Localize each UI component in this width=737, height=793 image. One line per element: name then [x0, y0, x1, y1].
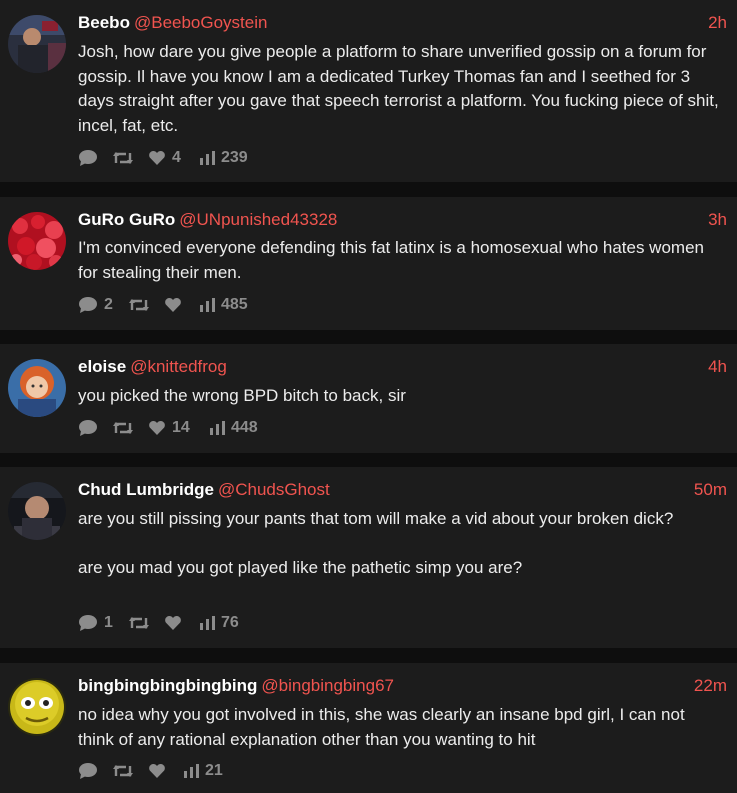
- post-card[interactable]: Chud Lumbridge @ChudsGhost 50m are you st…: [0, 467, 737, 648]
- like-button[interactable]: [164, 295, 188, 315]
- view-count: 485: [221, 296, 248, 313]
- author-handle[interactable]: @UNpunished43328: [179, 210, 337, 229]
- reply-count: 1: [104, 614, 113, 631]
- post-card[interactable]: Beebo @BeeboGoystein 2h Josh, how dare yo…: [0, 0, 737, 182]
- repost-button[interactable]: [128, 295, 156, 315]
- reply-button[interactable]: [78, 418, 104, 438]
- like-button[interactable]: 14: [148, 418, 190, 438]
- author-name[interactable]: bingbingbingbingbing: [78, 676, 257, 695]
- heart-icon: [165, 298, 181, 312]
- post-time: 2h: [708, 13, 727, 32]
- author-name[interactable]: eloise: [78, 357, 126, 376]
- post-card[interactable]: bingbingbingbingbing @bingbingbing67 22m …: [0, 663, 737, 793]
- post-header: bingbingbingbingbing @bingbingbing67 22m: [78, 675, 727, 697]
- avatar[interactable]: [8, 15, 66, 73]
- author-handle[interactable]: @ChudsGhost: [218, 480, 330, 499]
- view-count: 239: [221, 149, 248, 166]
- post-header: Chud Lumbridge @ChudsGhost 50m: [78, 479, 727, 501]
- repost-button[interactable]: [112, 148, 140, 168]
- post-card[interactable]: GuRo GuRo @UNpunished43328 3h I'm convinc…: [0, 197, 737, 330]
- comment-icon: [79, 297, 97, 313]
- reply-button[interactable]: 2: [78, 295, 113, 315]
- like-button[interactable]: [148, 761, 172, 781]
- heart-icon: [149, 151, 165, 165]
- view-count: 76: [221, 614, 239, 631]
- views-icon: [200, 298, 215, 312]
- comment-icon: [79, 615, 97, 631]
- views-button[interactable]: 448: [210, 418, 258, 438]
- repost-icon: [129, 299, 149, 311]
- reply-button[interactable]: [78, 761, 104, 781]
- avatar[interactable]: [8, 359, 66, 417]
- comment-icon: [79, 763, 97, 779]
- like-button[interactable]: 4: [148, 148, 181, 168]
- views-button[interactable]: 76: [200, 613, 239, 633]
- post-time: 50m: [693, 480, 727, 499]
- reply-button[interactable]: 1: [78, 613, 113, 633]
- post-header: GuRo GuRo @UNpunished43328 3h: [78, 209, 727, 231]
- repost-button[interactable]: [112, 418, 140, 438]
- views-icon: [200, 151, 215, 165]
- heart-icon: [149, 764, 165, 778]
- repost-button[interactable]: [112, 761, 140, 781]
- avatar[interactable]: [8, 482, 66, 540]
- repost-icon: [113, 422, 133, 434]
- author-handle[interactable]: @bingbingbing67: [261, 676, 394, 695]
- heart-icon: [149, 421, 165, 435]
- post-time: 4h: [708, 357, 727, 376]
- comment-icon: [79, 420, 97, 436]
- post-text: Josh, how dare you give people a platfor…: [78, 42, 719, 135]
- post-text: no idea why you got involved in this, sh…: [78, 705, 685, 749]
- author-name[interactable]: Chud Lumbridge: [78, 480, 214, 499]
- author-handle[interactable]: @BeeboGoystein: [134, 13, 268, 32]
- post-text: are you still pissing your pants that to…: [78, 509, 674, 577]
- views-icon: [200, 616, 215, 630]
- post-text: I'm convinced everyone defending this fa…: [78, 238, 704, 282]
- view-count: 21: [205, 762, 223, 779]
- post-time: 22m: [693, 676, 727, 695]
- views-button[interactable]: 239: [200, 148, 248, 168]
- author-handle[interactable]: @knittedfrog: [130, 357, 227, 376]
- repost-icon: [113, 765, 133, 777]
- author-name[interactable]: GuRo GuRo: [78, 210, 175, 229]
- author-name[interactable]: Beebo: [78, 13, 130, 32]
- post-text: you picked the wrong BPD bitch to back, …: [78, 386, 406, 405]
- post-card[interactable]: eloise @knittedfrog 4h you picked the wro…: [0, 344, 737, 453]
- like-count: 14: [172, 419, 190, 436]
- views-button[interactable]: 485: [200, 295, 248, 315]
- like-button[interactable]: [164, 613, 188, 633]
- post-time: 3h: [708, 210, 727, 229]
- post-header: eloise @knittedfrog 4h: [78, 356, 727, 378]
- avatar[interactable]: [8, 212, 66, 270]
- reply-button[interactable]: [78, 148, 104, 168]
- views-icon: [184, 764, 199, 778]
- reply-count: 2: [104, 296, 113, 313]
- like-count: 4: [172, 149, 181, 166]
- repost-icon: [129, 617, 149, 629]
- avatar[interactable]: [8, 678, 66, 736]
- views-button[interactable]: 21: [184, 761, 223, 781]
- views-icon: [210, 421, 225, 435]
- repost-button[interactable]: [128, 613, 156, 633]
- repost-icon: [113, 152, 133, 164]
- view-count: 448: [231, 419, 258, 436]
- post-header: Beebo @BeeboGoystein 2h: [78, 12, 727, 34]
- comment-icon: [79, 150, 97, 166]
- heart-icon: [165, 616, 181, 630]
